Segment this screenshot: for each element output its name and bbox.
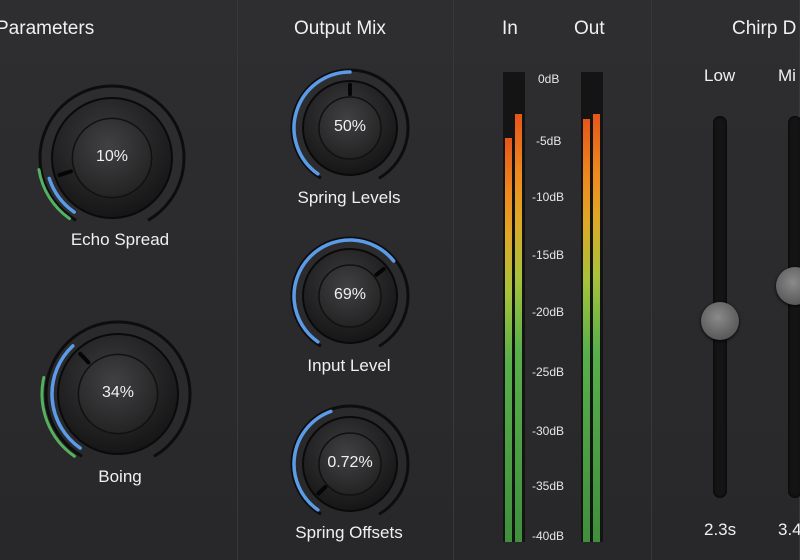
low-slider-thumb[interactable] [701,301,739,340]
spring-offsets-label: Spring Offsets [295,523,403,542]
scale-label: -5dB [536,134,562,148]
panel-title-chirp: Chirp D [732,18,797,39]
in-meter-label: In [502,18,518,39]
boing-label: Boing [98,467,142,486]
spring-offsets-value: 0.72% [327,454,373,471]
echo-spread-value: 10% [95,148,129,165]
input-level-label: Input Level [307,356,391,375]
echo-spread-label: Echo Spread [70,230,170,249]
echo-spread-knob[interactable]: 10% [30,84,190,226]
scale-label: -40dB [532,529,565,543]
in-meter-right-channel [515,114,522,542]
scale-label: 0dB [538,72,560,86]
scale-label: -35dB [532,479,565,493]
out-meter-label: Out [574,18,605,39]
chirp-panel: Chirp D Low 2.3s Mi 3.4 [652,0,800,560]
low-slider[interactable] [701,116,739,498]
scale-label: -25dB [532,365,565,379]
parameters-panel: Parameters 10% Echo Spread 34% Boing [0,0,239,560]
out-meter-left-channel [583,119,590,542]
out-meter-right-channel [593,114,600,542]
input-level-knob[interactable]: 69% [284,234,410,358]
mid-slider[interactable] [776,116,800,498]
spring-levels-label: Spring Levels [297,188,401,207]
scale-label: -15dB [532,248,565,262]
mid-slider-thumb[interactable] [776,267,800,306]
meters-panel: In Out 0dB -5dB -10dB -15dB -20dB -25dB … [454,0,653,560]
in-meter [503,72,525,542]
mid-slider-value: 3.4 [778,520,800,539]
scale-label: -20dB [532,305,565,319]
spring-offsets-knob[interactable]: 0.72% [284,402,410,526]
low-slider-label: Low [704,66,736,85]
boing-knob[interactable]: 34% [30,310,192,458]
scale-label: -10dB [532,190,565,204]
out-meter [581,72,603,542]
scale-label: -30dB [532,424,565,438]
input-level-value: 69% [333,286,367,303]
boing-value: 34% [101,384,135,401]
spring-levels-value: 50% [333,118,367,135]
low-slider-value: 2.3s [704,520,737,539]
mid-slider-label: Mi [778,66,796,85]
output-mix-panel: Output Mix 50% Spring Levels 69% Input L… [238,0,455,560]
panel-title-output-mix: Output Mix [294,18,386,39]
spring-levels-knob[interactable]: 50% [284,66,410,190]
in-meter-left-channel [505,137,512,542]
panel-title-parameters: Parameters [0,18,95,39]
